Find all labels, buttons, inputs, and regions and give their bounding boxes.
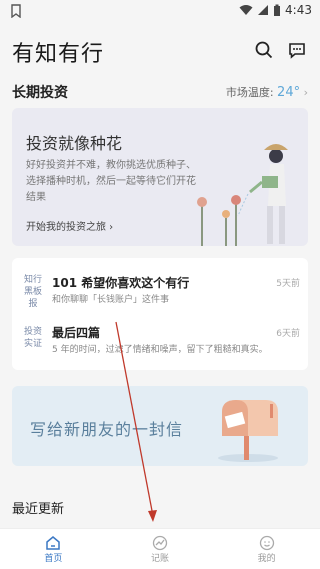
- signal-icon: [258, 5, 269, 15]
- article-subtitle: 5 年的时间，过滤了情绪和噪声，留下了粗糙和真实。: [52, 345, 268, 355]
- banner-heading: 投资就像种花: [26, 134, 123, 153]
- article-tag: 投资实证: [23, 327, 42, 349]
- recent-updates-heading: 最近更新: [12, 502, 65, 517]
- letter-banner-card[interactable]: 写给新朋友的一封信: [12, 386, 308, 466]
- article-tag: 知行黑板报: [23, 275, 42, 309]
- invest-banner-card[interactable]: 投资就像种花 好好投资并不难，教你挑选优质种子、选择播种时机，然后一起等待它们开…: [12, 108, 308, 246]
- banner-body: 好好投资并不难，教你挑选优质种子、选择播种时机，然后一起等待它们开花结果: [26, 160, 196, 203]
- home-icon: [46, 535, 61, 550]
- temperature-label: 市场温度:: [225, 86, 274, 99]
- market-temperature[interactable]: 市场温度: 24° ›: [226, 84, 308, 100]
- article-date: 5天前: [276, 279, 300, 289]
- article-list-card: 知行黑板报 101 希望你喜欢这个有行 和你聊聊「长钱账户」这件事 5天前 投资…: [12, 258, 308, 370]
- status-time: 4:43: [285, 3, 312, 17]
- status-bar: 4:43: [0, 0, 320, 22]
- article-date: 6天前: [276, 329, 300, 339]
- section-header: 长期投资 市场温度: 24° ›: [12, 82, 308, 102]
- battery-icon: [274, 4, 281, 16]
- tab-profile[interactable]: 我的: [213, 529, 320, 569]
- tab-home[interactable]: 首页: [0, 529, 107, 569]
- app-notification-icon: [11, 4, 21, 18]
- letter-heading: 写给新朋友的一封信: [30, 420, 184, 439]
- list-item[interactable]: 投资实证 最后四篇 5 年的时间，过滤了情绪和噪声，留下了粗糙和真实。 6天前: [12, 318, 308, 370]
- chevron-right-icon: ›: [303, 86, 308, 99]
- search-icon: [255, 41, 273, 59]
- banner-link[interactable]: 开始我的投资之旅 ›: [26, 218, 113, 233]
- article-subtitle: 和你聊聊「长钱账户」这件事: [52, 295, 170, 305]
- chart-icon: [152, 535, 168, 550]
- messages-button[interactable]: [285, 38, 309, 62]
- bottom-tab-bar: 首页 记账 我的: [0, 528, 320, 569]
- app-bar: 有知有行: [0, 30, 320, 74]
- article-title: 最后四篇: [52, 326, 101, 340]
- gardener-illustration: [197, 144, 288, 246]
- article-title: 101 希望你喜欢这个有行: [52, 276, 190, 290]
- profile-icon: [259, 535, 274, 550]
- tab-label: 我的: [257, 553, 276, 564]
- app-title: 有知有行: [12, 42, 105, 67]
- chat-icon: [289, 43, 305, 59]
- tab-label: 记账: [151, 553, 170, 564]
- temperature-value: 24°: [277, 85, 301, 100]
- tab-label: 首页: [44, 553, 63, 564]
- tab-bookkeeping[interactable]: 记账: [107, 529, 214, 569]
- mailbox-illustration: [218, 400, 278, 462]
- section-title: 长期投资: [12, 85, 68, 101]
- wifi-icon: [239, 5, 253, 15]
- search-button[interactable]: [252, 38, 276, 62]
- list-item[interactable]: 知行黑板报 101 希望你喜欢这个有行 和你聊聊「长钱账户」这件事 5天前: [12, 266, 308, 318]
